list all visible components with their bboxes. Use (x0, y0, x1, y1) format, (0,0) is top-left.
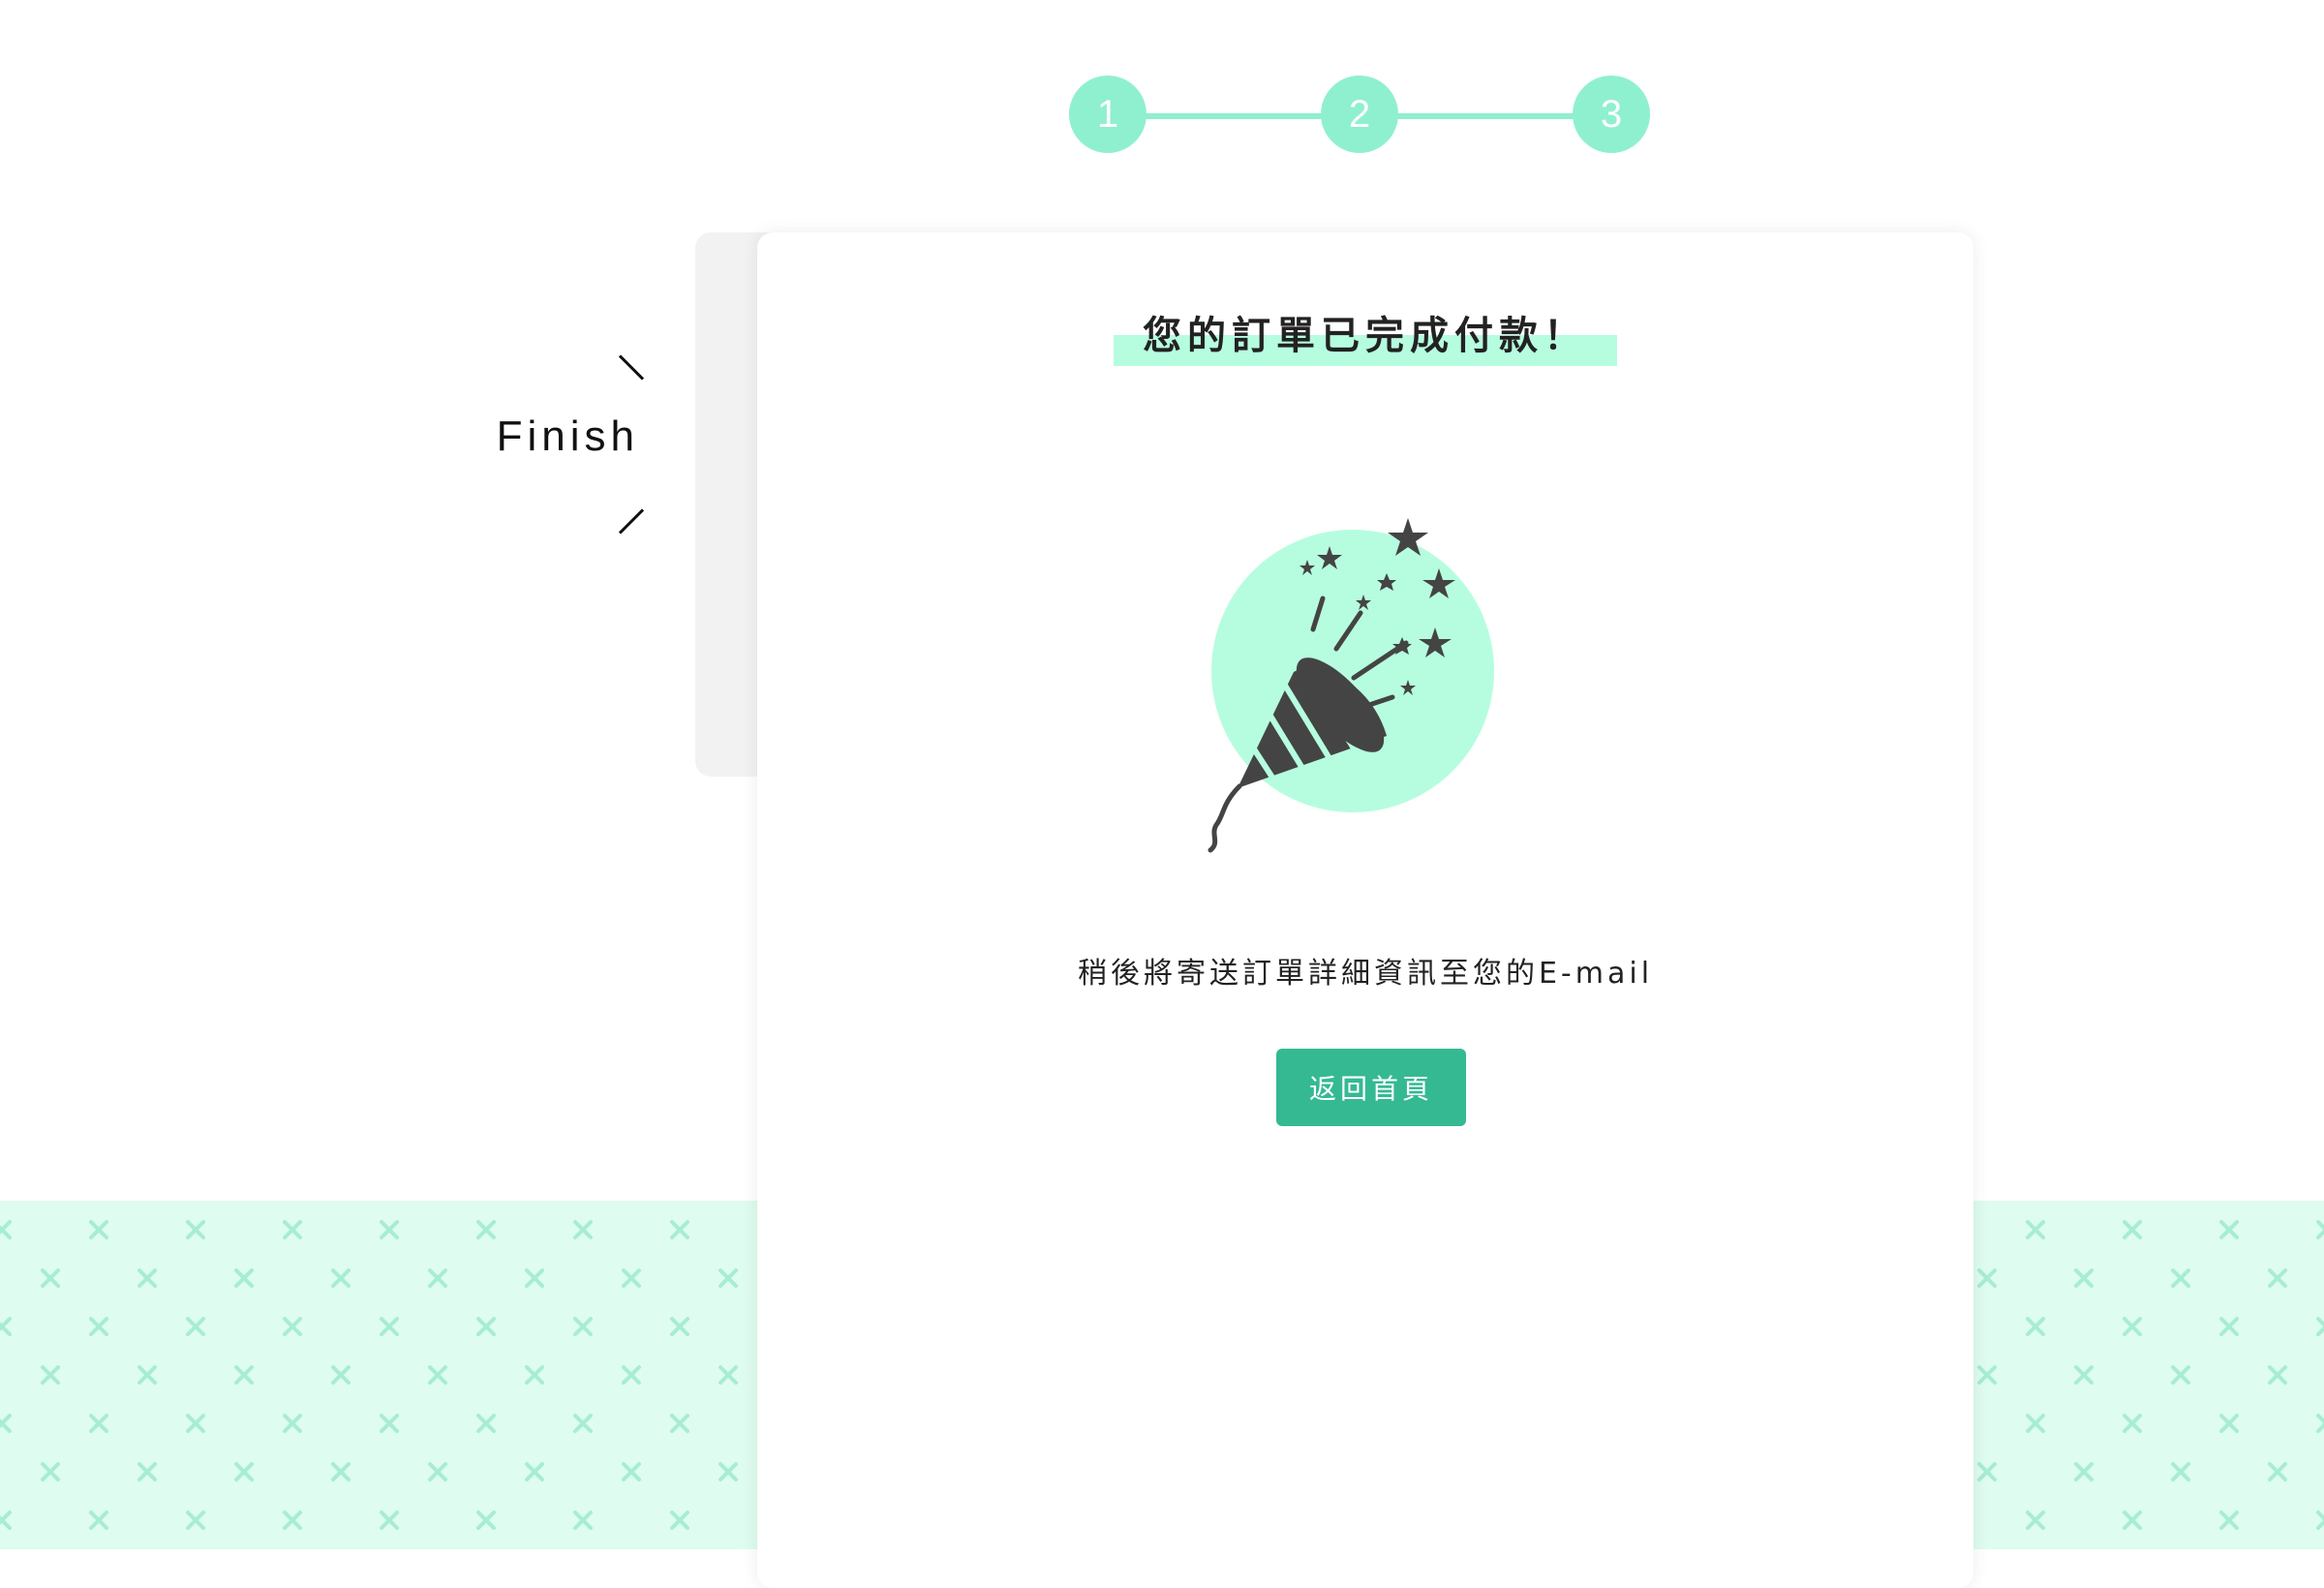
pattern-x-mark (476, 1220, 496, 1239)
pattern-x-mark (2219, 1511, 2239, 1530)
pattern-x-mark (380, 1317, 399, 1336)
pattern-x-mark (380, 1414, 399, 1433)
pattern-x-mark (41, 1268, 60, 1288)
pattern-x-mark (186, 1414, 205, 1433)
pattern-x-mark (41, 1365, 60, 1385)
pattern-x-mark (380, 1511, 399, 1530)
pattern-x-mark (573, 1511, 593, 1530)
pattern-x-mark (2123, 1511, 2142, 1530)
pattern-x-mark (138, 1462, 157, 1481)
pattern-x-mark (525, 1462, 544, 1481)
pattern-x-mark (186, 1317, 205, 1336)
pattern-x-mark (2219, 1220, 2239, 1239)
title-container: 您的訂單已完成付款！ (757, 310, 1973, 366)
pattern-x-mark (2026, 1220, 2045, 1239)
pattern-x-mark (0, 1220, 12, 1239)
pattern-x-mark (2123, 1414, 2142, 1433)
pattern-x-mark (428, 1365, 447, 1385)
pattern-x-mark (622, 1268, 641, 1288)
pattern-x-mark (138, 1268, 157, 1288)
pattern-x-mark (234, 1365, 254, 1385)
pattern-x-mark (331, 1462, 351, 1481)
pattern-x-mark (525, 1268, 544, 1288)
progress-steps: 1 2 3 (1069, 76, 1650, 157)
pattern-x-mark (283, 1414, 302, 1433)
decorative-slash (618, 508, 645, 534)
pattern-x-mark (2268, 1462, 2287, 1481)
pattern-x-mark (2123, 1220, 2142, 1239)
pattern-x-mark (2316, 1317, 2324, 1336)
page-title: 您的訂單已完成付款！ (1114, 310, 1617, 366)
step-3: 3 (1573, 76, 1650, 153)
back-to-home-button[interactable]: 返回首頁 (1276, 1049, 1466, 1126)
pattern-x-mark (0, 1511, 12, 1530)
pattern-x-mark (622, 1365, 641, 1385)
pattern-x-mark (234, 1462, 254, 1481)
pattern-x-mark (186, 1511, 205, 1530)
pattern-x-mark (670, 1414, 689, 1433)
pattern-x-mark (2026, 1414, 2045, 1433)
pattern-x-mark (670, 1220, 689, 1239)
pattern-x-mark (2123, 1317, 2142, 1336)
pattern-x-mark (1977, 1462, 1997, 1481)
pattern-x-mark (380, 1220, 399, 1239)
pattern-x-mark (2074, 1365, 2094, 1385)
pattern-x-mark (573, 1414, 593, 1433)
pattern-x-mark (186, 1220, 205, 1239)
pattern-x-mark (476, 1511, 496, 1530)
pattern-x-mark (719, 1462, 738, 1481)
step-2: 2 (1321, 76, 1398, 153)
finish-label: Finish (496, 412, 639, 460)
pattern-x-mark (2316, 1414, 2324, 1433)
pattern-x-mark (2026, 1511, 2045, 1530)
pattern-x-mark (2316, 1511, 2324, 1530)
pattern-x-mark (719, 1268, 738, 1288)
pattern-x-mark (283, 1317, 302, 1336)
pattern-x-mark (476, 1317, 496, 1336)
pattern-x-mark (428, 1462, 447, 1481)
pattern-x-mark (89, 1220, 108, 1239)
pattern-x-mark (2219, 1414, 2239, 1433)
decorative-slash (618, 354, 645, 381)
pattern-x-mark (2171, 1365, 2190, 1385)
party-popper-icon (1183, 513, 1532, 862)
pattern-x-mark (89, 1511, 108, 1530)
pattern-x-mark (719, 1365, 738, 1385)
pattern-x-mark (138, 1365, 157, 1385)
pattern-x-mark (2316, 1220, 2324, 1239)
pattern-x-mark (476, 1414, 496, 1433)
pattern-x-mark (89, 1414, 108, 1433)
pattern-x-mark (2171, 1462, 2190, 1481)
pattern-x-mark (0, 1317, 12, 1336)
pattern-x-mark (573, 1220, 593, 1239)
pattern-x-mark (2074, 1462, 2094, 1481)
pattern-x-mark (2268, 1268, 2287, 1288)
pattern-x-mark (428, 1268, 447, 1288)
pattern-x-mark (2074, 1268, 2094, 1288)
step-1: 1 (1069, 76, 1147, 153)
pattern-x-mark (331, 1365, 351, 1385)
pattern-x-mark (2268, 1365, 2287, 1385)
confirmation-message: 稍後將寄送訂單詳細資訊至您的E-mail (1077, 957, 1654, 991)
pattern-x-mark (622, 1462, 641, 1481)
pattern-x-mark (234, 1268, 254, 1288)
pattern-x-mark (331, 1268, 351, 1288)
pattern-x-mark (283, 1511, 302, 1530)
pattern-x-mark (525, 1365, 544, 1385)
order-complete-card: 您的訂單已完成付款！ 稍後將寄送訂單詳細資訊至您的E-mail 返回首頁 (757, 232, 1973, 1588)
pattern-x-mark (283, 1220, 302, 1239)
pattern-x-mark (573, 1317, 593, 1336)
pattern-x-mark (1977, 1365, 1997, 1385)
pattern-x-mark (670, 1317, 689, 1336)
pattern-x-mark (89, 1317, 108, 1336)
pattern-x-mark (41, 1462, 60, 1481)
pattern-x-mark (1977, 1268, 1997, 1288)
pattern-x-mark (0, 1414, 12, 1433)
pattern-x-mark (670, 1511, 689, 1530)
pattern-x-mark (2026, 1317, 2045, 1336)
pattern-x-mark (2219, 1317, 2239, 1336)
pattern-x-mark (2171, 1268, 2190, 1288)
page-title-text: 您的訂單已完成付款！ (1143, 314, 1588, 358)
